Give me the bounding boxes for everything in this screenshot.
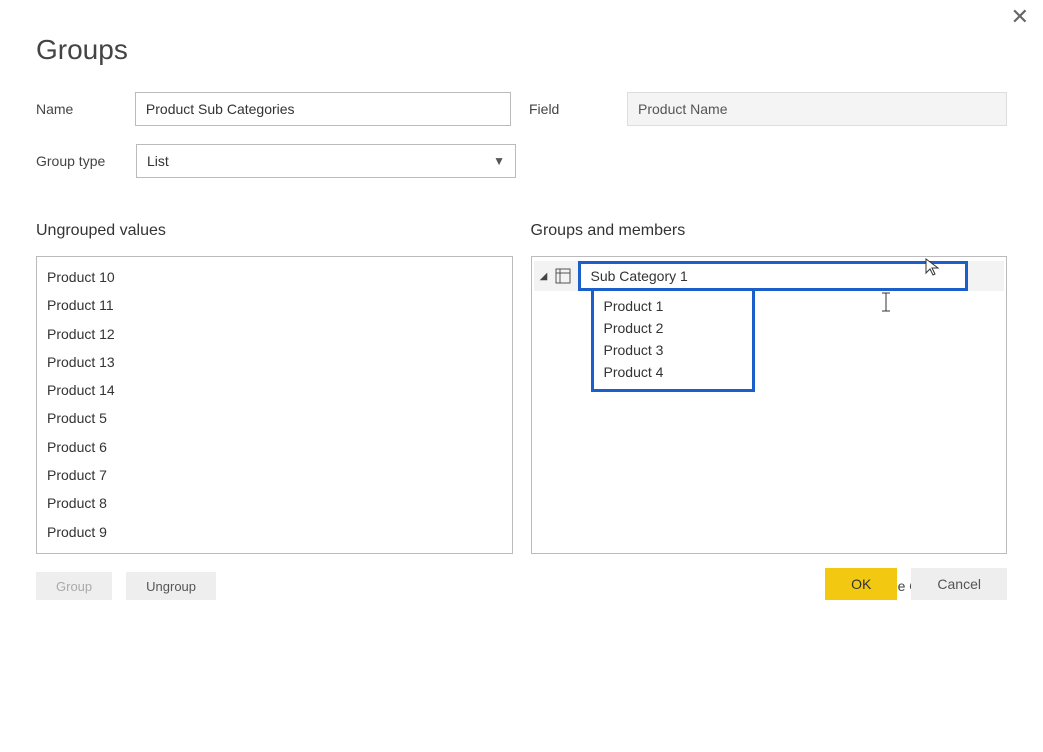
- text-cursor-icon: [880, 291, 892, 313]
- ungrouped-listbox[interactable]: Product 10Product 11Product 12Product 13…: [36, 256, 513, 554]
- name-input[interactable]: [135, 92, 511, 126]
- dialog-title: Groups: [36, 34, 1007, 66]
- ungrouped-item[interactable]: Product 8: [37, 489, 512, 517]
- group-member-item[interactable]: Product 3: [594, 339, 752, 361]
- ok-button[interactable]: OK: [825, 568, 897, 600]
- group-button[interactable]: Group: [36, 572, 112, 600]
- group-members-box: Product 1Product 2Product 3Product 4: [591, 291, 755, 392]
- field-label: Field: [529, 101, 627, 117]
- group-icon: [554, 268, 572, 284]
- ungrouped-item[interactable]: Product 11: [37, 291, 512, 319]
- group-member-item[interactable]: Product 4: [594, 361, 752, 383]
- group-type-label: Group type: [36, 153, 136, 169]
- group-header-row: ◢: [534, 261, 1005, 291]
- ungrouped-heading: Ungrouped values: [36, 222, 513, 240]
- group-name-input[interactable]: [589, 267, 958, 285]
- ungrouped-item[interactable]: Product 13: [37, 348, 512, 376]
- group-type-select[interactable]: List ▼: [136, 144, 516, 178]
- group-member-item[interactable]: Product 1: [594, 295, 752, 317]
- cancel-button[interactable]: Cancel: [911, 568, 1007, 600]
- groups-dialog: ✕ Groups Name Field Group type List ▼ Un…: [0, 0, 1043, 620]
- collapse-icon[interactable]: ◢: [534, 271, 554, 282]
- ungrouped-item[interactable]: Product 12: [37, 320, 512, 348]
- name-label: Name: [36, 101, 135, 117]
- field-input: [627, 92, 1007, 126]
- ungrouped-item[interactable]: Product 7: [37, 461, 512, 489]
- groups-listbox[interactable]: ◢ Product 1Product 2Product 3Product 4: [531, 256, 1008, 554]
- group-type-value: List: [147, 153, 169, 169]
- groups-heading: Groups and members: [531, 222, 1008, 240]
- ungrouped-item[interactable]: Product 14: [37, 376, 512, 404]
- ungrouped-item[interactable]: Product 6: [37, 433, 512, 461]
- group-type-row: Group type List ▼: [36, 144, 1007, 178]
- close-icon[interactable]: ✕: [1011, 6, 1029, 28]
- name-row: Name Field: [36, 92, 1007, 126]
- group-member-item[interactable]: Product 2: [594, 317, 752, 339]
- ungrouped-column: Ungrouped values Product 10Product 11Pro…: [36, 222, 513, 554]
- group-name-editor[interactable]: [578, 261, 969, 291]
- chevron-down-icon: ▼: [493, 154, 505, 168]
- ungrouped-item[interactable]: Product 10: [37, 263, 512, 291]
- ungroup-button[interactable]: Ungroup: [126, 572, 216, 600]
- groups-column: Groups and members ◢ Product 1Product 2P…: [531, 222, 1008, 554]
- ungrouped-item[interactable]: Product 5: [37, 404, 512, 432]
- ungrouped-item[interactable]: Product 9: [37, 518, 512, 546]
